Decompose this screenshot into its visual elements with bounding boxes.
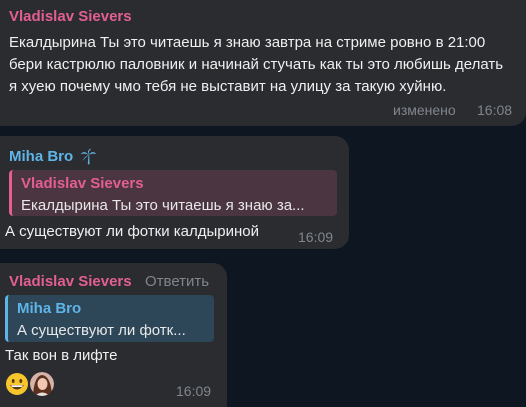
reply-quote[interactable]: Miha Bro А существуют ли фотк... bbox=[5, 295, 214, 342]
reply-sender: Miha Bro bbox=[17, 300, 82, 317]
message-time: 16:09 bbox=[176, 383, 212, 399]
message-text: А существуют ли фотки калдыриной bbox=[5, 223, 260, 240]
sender-name[interactable]: Vladislav Sievers bbox=[9, 8, 132, 25]
reply-text: А существуют ли фотк... bbox=[17, 322, 186, 339]
user-avatar[interactable] bbox=[30, 372, 54, 396]
grinning-face-icon[interactable] bbox=[5, 372, 29, 396]
reply-button[interactable]: Ответить bbox=[145, 273, 209, 290]
sender-name[interactable]: Vladislav Sievers bbox=[9, 273, 132, 290]
message-time: 16:09 bbox=[298, 229, 334, 245]
reply-sender: Vladislav Sievers bbox=[21, 175, 144, 192]
edited-label: изменено bbox=[393, 102, 456, 118]
message-bubble[interactable]: Vladislav Sievers Екалдырина Ты это чита… bbox=[0, 0, 526, 126]
palm-tree-icon bbox=[80, 148, 97, 165]
message-time: 16:08 bbox=[477, 102, 513, 118]
message-text: Екалдырина Ты это читаешь я знаю завтра … bbox=[9, 34, 504, 95]
reply-text: Екалдырина Ты это читаешь я знаю за... bbox=[21, 197, 305, 214]
reply-quote[interactable]: Vladislav Sievers Екалдырина Ты это чита… bbox=[9, 170, 337, 216]
message-text: Так вон в лифте bbox=[5, 347, 118, 364]
message-bubble[interactable]: Miha Bro Vladislav Sievers Екалдырина Ты… bbox=[0, 136, 349, 249]
sender-name[interactable]: Miha Bro bbox=[9, 148, 73, 165]
